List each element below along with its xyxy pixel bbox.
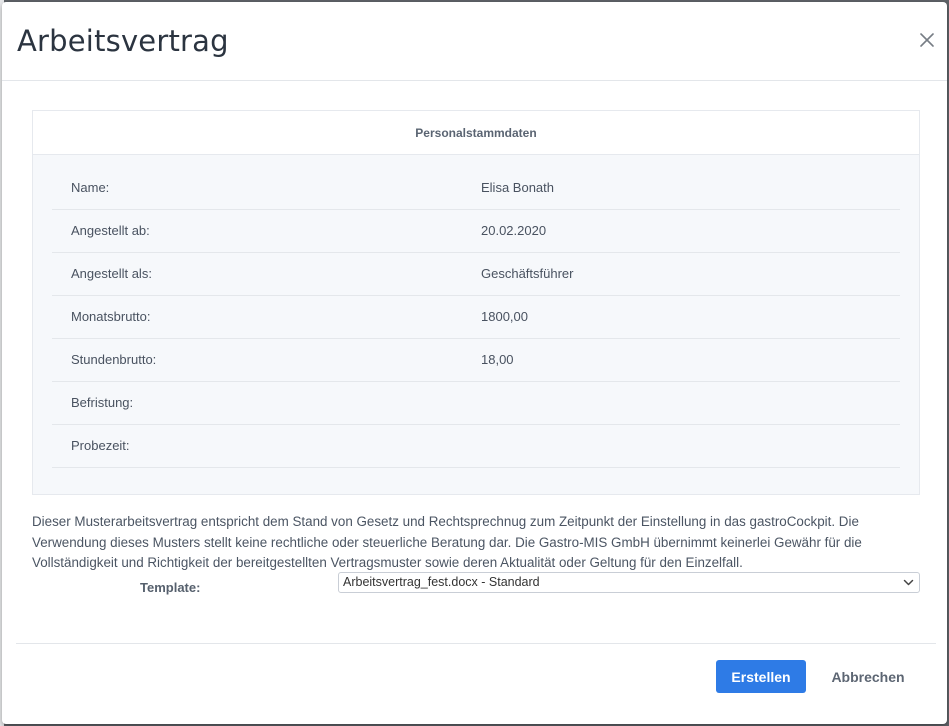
data-value: Geschäftsführer (481, 266, 574, 281)
arbeitsvertrag-dialog: Arbeitsvertrag Personalstammdaten Name: … (2, 2, 947, 724)
data-row-stundenbrutto: Stundenbrutto: 18,00 (52, 339, 900, 382)
data-row-name: Name: Elisa Bonath (52, 167, 900, 210)
data-value: 20.02.2020 (481, 223, 547, 238)
data-row-monatsbrutto: Monatsbrutto: 1800,00 (52, 296, 900, 339)
close-button[interactable] (917, 30, 937, 50)
data-row-angestellt-als: Angestellt als: Geschäftsführer (52, 253, 900, 296)
data-label: Monatsbrutto: (71, 309, 151, 324)
personalstammdaten-panel: Personalstammdaten Name: Elisa Bonath An… (32, 110, 920, 495)
panel-header: Personalstammdaten (33, 111, 919, 155)
close-icon (920, 33, 934, 47)
data-row-befristung: Befristung: (52, 382, 900, 425)
data-value: 1800,00 (481, 309, 528, 324)
data-value: Elisa Bonath (481, 180, 554, 195)
data-label: Probezeit: (71, 438, 130, 453)
erstellen-button[interactable]: Erstellen (716, 660, 806, 693)
data-label: Befristung: (71, 395, 134, 410)
data-label: Stundenbrutto: (71, 352, 157, 367)
data-label: Angestellt ab: (71, 223, 150, 238)
disclaimer-text: Dieser Musterarbeitsvertrag entspricht d… (32, 514, 862, 570)
dialog-title: Arbeitsvertrag (17, 24, 229, 58)
dialog-header: Arbeitsvertrag (2, 2, 947, 81)
template-label: Template: (140, 580, 201, 595)
template-select[interactable]: Arbeitsvertrag_fest.docx - Standard (338, 572, 920, 593)
abbrechen-button[interactable]: Abbrechen (818, 660, 918, 693)
data-label: Name: (71, 180, 110, 195)
template-selected-value: Arbeitsvertrag_fest.docx - Standard (343, 575, 540, 589)
footer-divider (16, 643, 936, 644)
data-row-probezeit: Probezeit: (52, 425, 900, 468)
data-label: Angestellt als: (71, 266, 152, 281)
personal-data-table: Name: Elisa Bonath Angestellt ab: 20.02.… (52, 167, 900, 468)
chevron-down-icon (903, 579, 914, 586)
data-row-angestellt-ab: Angestellt ab: 20.02.2020 (52, 210, 900, 253)
data-value: 18,00 (481, 352, 514, 367)
